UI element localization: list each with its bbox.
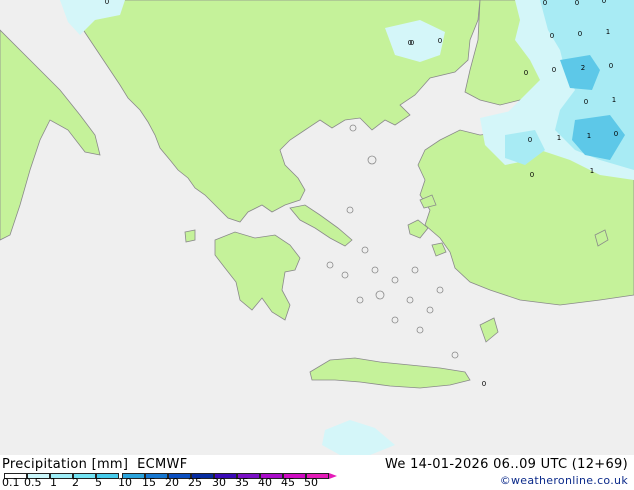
point-value: 1 (557, 134, 561, 142)
point-value: 0 (614, 130, 618, 138)
legend-title-text: Precipitation [mm] (2, 457, 129, 472)
scale-label: 5 (95, 476, 102, 489)
scale-label: 0.1 (2, 476, 20, 489)
point-value: 0 (578, 30, 582, 38)
point-value: 0 (528, 136, 532, 144)
point-value: 1 (587, 132, 591, 140)
point-value: 0 (575, 0, 579, 7)
map-canvas: 00 00 0 10 0 2 00 10 1 1 00 10 0 000 (0, 0, 634, 470)
point-value: 0 (550, 32, 554, 40)
scale-arrow (329, 473, 337, 479)
scale-label: 10 (118, 476, 132, 489)
scale-label: 20 (165, 476, 179, 489)
point-value: 0 (543, 0, 547, 7)
credit-link[interactable]: ©weatheronline.co.uk (500, 474, 628, 487)
point-value: 0 (552, 66, 556, 74)
model-name: ECMWF (137, 457, 188, 472)
scale-label: 1 (50, 476, 57, 489)
point-value: 1 (612, 96, 616, 104)
scale-label: 2 (72, 476, 79, 489)
scale-label: 25 (188, 476, 202, 489)
point-value: 2 (581, 64, 585, 72)
scale-label: 15 (142, 476, 156, 489)
scale-label: 40 (258, 476, 272, 489)
scale-label: 50 (304, 476, 318, 489)
scale-label: 0.5 (24, 476, 42, 489)
legend-title: Precipitation [mm] ECMWF (2, 457, 187, 472)
point-value: 0 (609, 62, 613, 70)
scale-label: 30 (212, 476, 226, 489)
point-value: 0 (105, 0, 109, 6)
point-value: 0 (408, 39, 412, 47)
forecast-datetime: We 14-01-2026 06..09 UTC (12+69) (384, 457, 628, 472)
point-value: 0 (482, 380, 486, 388)
point-value: 0 (438, 37, 442, 45)
point-value: 1 (606, 28, 610, 36)
scale-label: 35 (235, 476, 249, 489)
scale-label: 45 (281, 476, 295, 489)
point-value: 0 (602, 0, 606, 5)
footer-bar: Precipitation [mm] ECMWF We 14-01-2026 0… (0, 455, 634, 490)
point-value: 0 (524, 69, 528, 77)
point-value: 0 (584, 98, 588, 106)
point-value: 0 (530, 171, 534, 179)
point-value: 1 (590, 167, 594, 175)
